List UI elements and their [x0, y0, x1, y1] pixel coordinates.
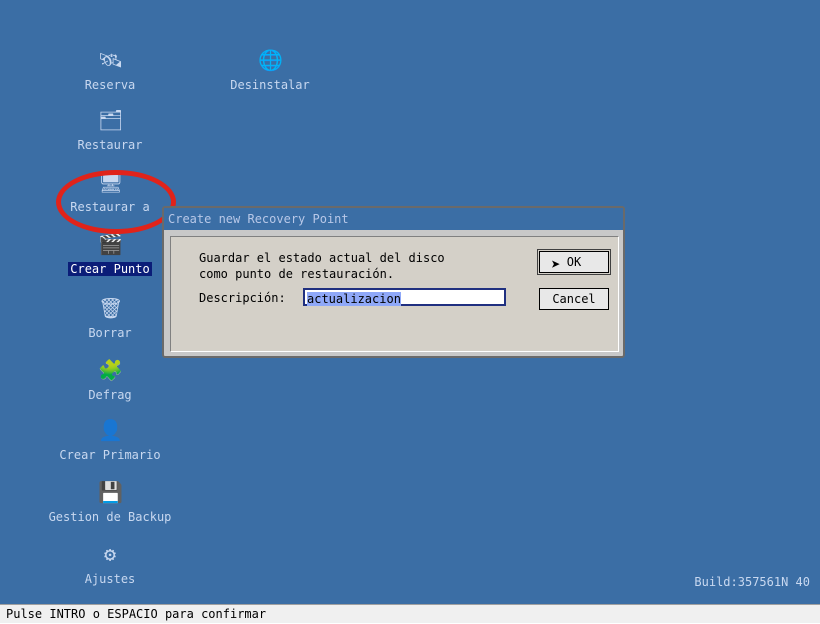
desktop-icon-label: Crear Primario [59, 448, 161, 462]
description-input[interactable]: actualizacion [303, 288, 506, 306]
create-recovery-point-dialog: Create new Recovery Point Guardar el est… [162, 206, 625, 358]
desktop-icon-restaurar[interactable]: 🗂 Restaurar [40, 108, 180, 168]
mouse-pointer-icon: ➤ [551, 255, 561, 274]
status-bar: Pulse INTRO o ESPACIO para confirmar [0, 604, 820, 623]
cancel-button[interactable]: Cancel [539, 288, 609, 310]
desktop-icon-label: Defrag [88, 388, 132, 402]
desktop-icon-label: Gestion de Backup [48, 510, 172, 524]
dialog-title[interactable]: Create new Recovery Point [164, 208, 623, 230]
desktop-icon-label: Crear Punto [68, 262, 152, 276]
desktop-icon-crear-primario[interactable]: 👤 Crear Primario [40, 418, 180, 478]
desktop: 🛰 Reserva 🌐 Desinstalar 🗂 Restaurar 🖥 Re… [0, 0, 820, 604]
desktop-icon-label: Restaurar [77, 138, 143, 152]
desktop-icon-label: Ajustes [84, 572, 136, 586]
dialog-message-line1: Guardar el estado actual del disco [199, 251, 445, 265]
build-version: Build:357561N 40 [694, 575, 810, 589]
dialog-message-line2: como punto de restauración. [199, 267, 395, 281]
delete-icon: 🗑 [98, 296, 124, 320]
desktop-icon-desinstalar[interactable]: 🌐 Desinstalar [200, 48, 340, 108]
desktop-icon-label: Desinstalar [230, 78, 310, 92]
create-point-icon: 🎬 [98, 232, 123, 256]
restore-icon: 🗂 [98, 108, 124, 132]
annotation-highlight-ring [56, 170, 176, 234]
settings-icon: ⚙ [103, 542, 117, 566]
backup-management-icon: 💾 [98, 480, 123, 504]
uninstall-icon: 🌐 [258, 48, 283, 72]
desktop-icon-defrag[interactable]: 🧩 Defrag [40, 358, 180, 418]
dialog-body: Guardar el estado actual del disco como … [170, 236, 619, 352]
desktop-icon-crear-punto[interactable]: 🎬 Crear Punto [40, 232, 180, 292]
description-label: Descripción: [199, 291, 286, 305]
description-value: actualizacion [307, 292, 401, 306]
desktop-icon-gestion-de-backup[interactable]: 💾 Gestion de Backup [40, 480, 180, 540]
desktop-icon-label: Borrar [88, 326, 132, 340]
defrag-icon: 🧩 [98, 358, 123, 382]
create-primary-icon: 👤 [98, 418, 123, 442]
ok-button[interactable]: OK [537, 249, 611, 275]
desktop-icon-ajustes[interactable]: ⚙ Ajustes [40, 542, 180, 602]
desktop-icon-reserva[interactable]: 🛰 Reserva [40, 48, 180, 108]
reserve-icon: 🛰 [98, 48, 124, 72]
desktop-icon-label: Reserva [84, 78, 136, 92]
desktop-icon-borrar[interactable]: 🗑 Borrar [40, 296, 180, 356]
